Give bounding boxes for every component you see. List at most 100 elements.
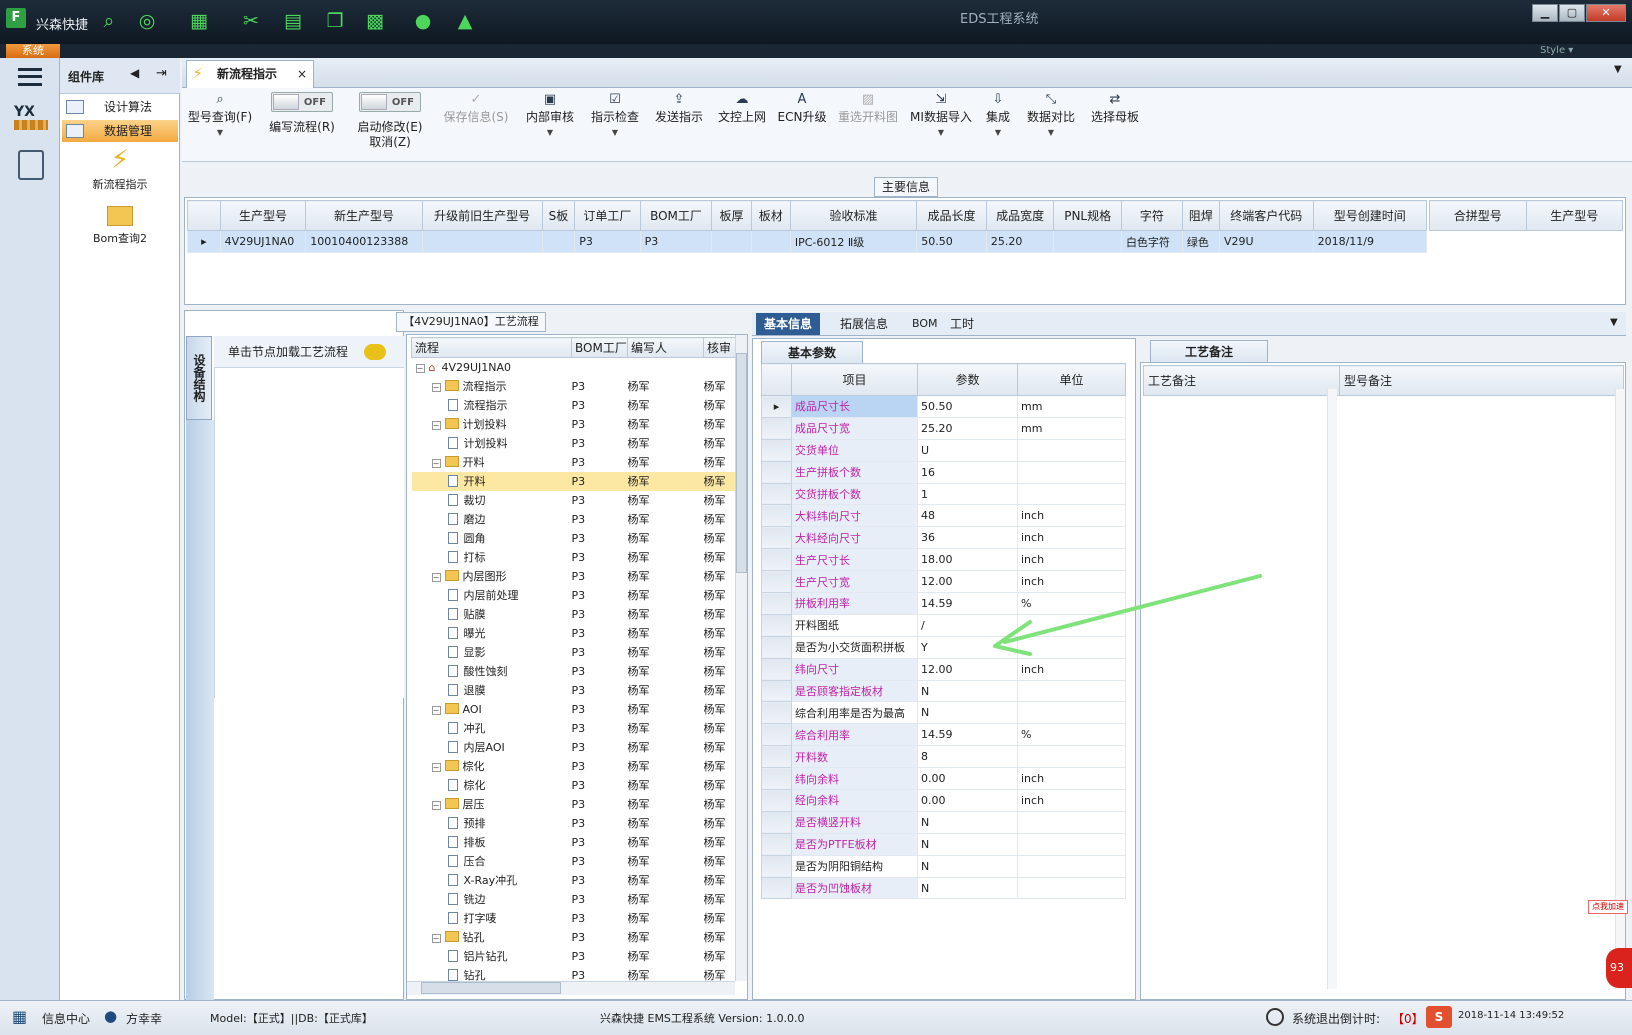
param-value[interactable]: 12.00 xyxy=(917,570,1018,594)
internal-review-button[interactable]: ▣ 内部审核 ▼ xyxy=(520,92,580,160)
column-3[interactable]: S板 xyxy=(541,200,576,231)
ecn-upgrade-button[interactable]: A ECN升级 xyxy=(774,92,830,160)
column-bom-factory[interactable]: BOM工厂 xyxy=(571,337,628,358)
param-value[interactable]: 0.00 xyxy=(917,789,1018,812)
row-header[interactable] xyxy=(761,592,792,615)
tree-row[interactable]: 内层AOI P3 杨军 杨军 xyxy=(412,738,738,757)
scissors-icon[interactable]: ✂ xyxy=(238,9,264,33)
minimize-button[interactable]: ▁ xyxy=(1532,4,1558,22)
bom-query-item[interactable]: Bom查询2 xyxy=(70,200,170,246)
tree-row[interactable]: 铝片钻孔 P3 杨军 杨军 xyxy=(412,947,738,966)
tree-row[interactable]: 曝光 P3 杨军 杨军 xyxy=(412,624,738,643)
tab-basic-info[interactable]: 基本信息 xyxy=(756,313,821,335)
cell[interactable]: 绿色 xyxy=(1181,230,1220,253)
column-14[interactable]: 终端客户代码 xyxy=(1218,200,1314,231)
cancel-button[interactable]: 取消(Z) xyxy=(369,135,411,149)
model-notes-scrollbar[interactable] xyxy=(1615,389,1625,989)
cell[interactable] xyxy=(421,230,543,253)
param-row[interactable]: 交货单位 U xyxy=(761,438,1126,462)
column-reviewer[interactable]: 核审 xyxy=(703,337,738,358)
row-header[interactable] xyxy=(761,767,792,791)
param-value[interactable]: 36 xyxy=(917,526,1018,550)
column-4[interactable]: 订单工厂 xyxy=(574,200,641,231)
row-header[interactable] xyxy=(761,635,792,659)
cell[interactable]: 4V29UJ1NA0 xyxy=(219,230,307,253)
column-6[interactable]: 板厚 xyxy=(711,200,752,231)
param-row[interactable]: 大料经向尺寸 36 inch xyxy=(761,526,1126,550)
cell[interactable] xyxy=(750,230,791,253)
tree-row[interactable]: X-Ray冲孔 P3 杨军 杨军 xyxy=(412,871,738,890)
hamburger-menu-icon[interactable] xyxy=(18,68,42,86)
cell[interactable]: IPC-6012 Ⅱ级 xyxy=(789,230,918,253)
column-unit[interactable]: 单位 xyxy=(1017,363,1126,396)
column-8[interactable]: 验收标准 xyxy=(789,200,918,231)
param-row[interactable]: 交货拼板个数 1 xyxy=(761,482,1126,506)
column-item[interactable]: 项目 xyxy=(791,363,918,396)
pin-icon[interactable]: ⇥ xyxy=(156,66,167,81)
cell[interactable] xyxy=(711,230,752,253)
cell[interactable]: 10010400123388 xyxy=(305,230,423,253)
tree-row[interactable]: − AOI P3 杨军 杨军 xyxy=(412,700,738,719)
tab-extended-info[interactable]: 拓展信息 xyxy=(832,313,896,335)
param-value[interactable]: 14.59 xyxy=(917,723,1018,747)
tree-row[interactable]: 打标 P3 杨军 杨军 xyxy=(412,548,738,567)
param-row[interactable]: 是否为阴阳铜结构 N xyxy=(761,854,1126,878)
expand-toggle-icon[interactable]: − xyxy=(431,801,441,810)
tree-row[interactable]: − ⌂ 4V29UJ1NA0 xyxy=(412,358,738,377)
chart-icon[interactable]: ▲ xyxy=(452,9,478,33)
expand-toggle-icon[interactable]: − xyxy=(431,705,441,715)
tree-row[interactable]: 铣边 P3 杨军 杨军 xyxy=(412,890,738,909)
maximize-button[interactable]: ▢ xyxy=(1559,4,1585,22)
tab-basic-params[interactable]: 基本参数 xyxy=(761,341,864,363)
column-2[interactable]: 升级前旧生产型号 xyxy=(421,200,543,231)
param-value[interactable]: 1 xyxy=(917,482,1018,506)
column-7[interactable]: 板材 xyxy=(750,200,791,231)
param-row[interactable]: 开料数 8 xyxy=(761,745,1126,769)
param-value[interactable]: N xyxy=(917,832,1018,856)
cell[interactable] xyxy=(541,230,576,253)
row-header[interactable]: ▸ xyxy=(761,395,792,418)
row-header[interactable] xyxy=(761,854,792,878)
cell[interactable]: 25.20 xyxy=(985,230,1055,253)
param-value[interactable]: 48 xyxy=(917,504,1018,528)
tree-row[interactable]: − 层压 P3 杨军 杨军 xyxy=(412,795,738,814)
select-mother-board-button[interactable]: ⇄ 选择母板 xyxy=(1084,92,1146,160)
tree-row[interactable]: 棕化 P3 杨军 杨军 xyxy=(412,776,738,795)
row-header[interactable] xyxy=(761,810,792,834)
enable-modify-toggle[interactable]: OFF 启动修改(E) 取消(Z) xyxy=(348,92,432,160)
column-flow[interactable]: 流程 xyxy=(411,337,572,358)
param-value[interactable]: 0.00 xyxy=(917,767,1018,791)
param-row[interactable]: 纬向尺寸 12.00 inch xyxy=(761,657,1126,681)
tabs-dropdown-icon[interactable]: ▼ xyxy=(1610,317,1618,328)
expand-toggle-icon[interactable]: − xyxy=(431,763,441,772)
param-value[interactable]: / xyxy=(917,613,1018,637)
tree-row[interactable]: − 计划投料 P3 杨军 杨军 xyxy=(412,415,738,434)
tree-row[interactable]: 预排 P3 杨军 杨军 xyxy=(412,814,738,833)
tree-row[interactable]: 流程指示 P3 杨军 杨军 xyxy=(412,396,738,415)
param-row[interactable]: 经向余料 0.00 inch xyxy=(761,789,1126,812)
column-9[interactable]: 成品长度 xyxy=(916,200,987,231)
column-13[interactable]: 阻焊 xyxy=(1181,200,1220,231)
row-header[interactable] xyxy=(761,613,792,637)
column-model-notes[interactable]: 型号备注 xyxy=(1339,365,1624,396)
cell[interactable] xyxy=(1053,230,1122,253)
column-writer[interactable]: 编写人 xyxy=(627,337,704,358)
row-header[interactable] xyxy=(761,723,792,747)
apps-icon[interactable]: ▩ xyxy=(362,9,388,33)
calculator-icon[interactable] xyxy=(18,150,44,180)
info-center-link[interactable]: 信息中心 xyxy=(42,1010,90,1027)
column-10[interactable]: 成品宽度 xyxy=(985,200,1055,231)
lifebuoy-icon[interactable]: ◎ xyxy=(134,9,160,33)
param-row[interactable]: 生产尺寸宽 12.00 inch xyxy=(761,570,1126,594)
row-header[interactable] xyxy=(761,876,792,900)
tree-row[interactable]: 冲孔 P3 杨军 杨军 xyxy=(412,719,738,738)
tree-row[interactable]: − 棕化 P3 杨军 杨军 xyxy=(412,757,738,776)
collapse-left-icon[interactable]: ◀ xyxy=(130,66,139,80)
param-row[interactable]: 是否顾客指定板材 N xyxy=(761,679,1126,703)
param-row[interactable]: 开料图纸 / xyxy=(761,613,1126,637)
expand-toggle-icon[interactable]: − xyxy=(431,421,441,430)
tab-process-notes[interactable]: 工艺备注 xyxy=(1150,340,1269,362)
tree-row[interactable]: 压合 P3 杨军 杨军 xyxy=(412,852,738,871)
user-icon[interactable]: ● xyxy=(410,9,436,33)
cell[interactable]: 2018/11/9 xyxy=(1312,230,1428,253)
